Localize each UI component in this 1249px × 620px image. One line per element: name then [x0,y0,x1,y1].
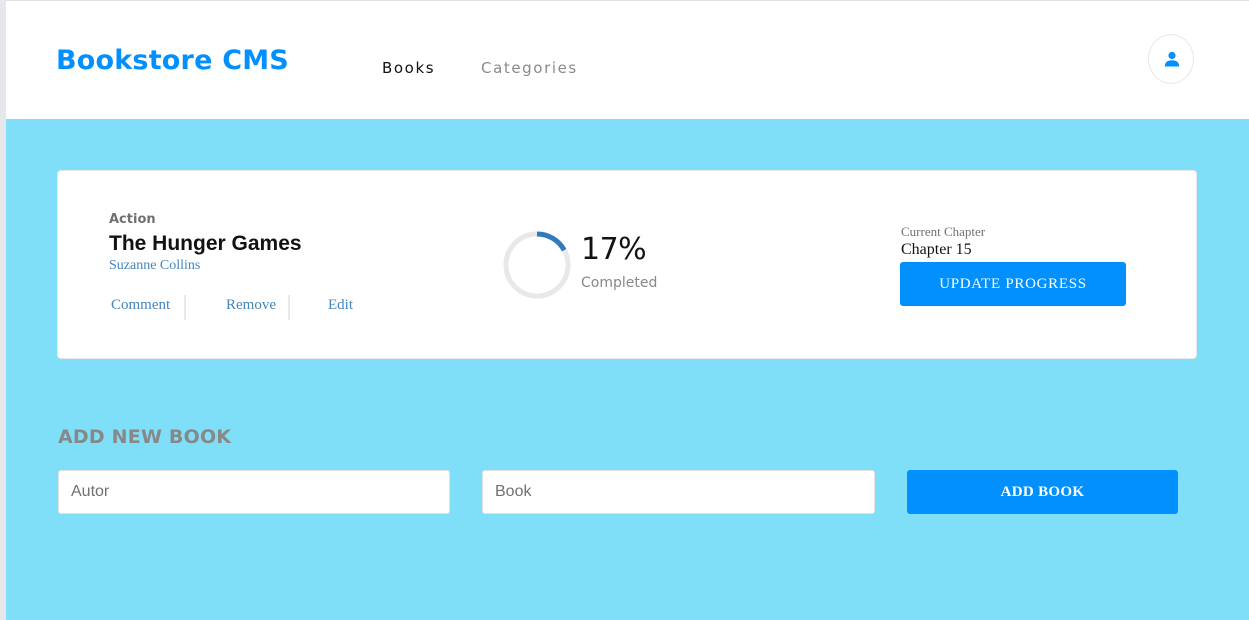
nav-categories-link[interactable]: Categories [481,59,578,77]
book-input[interactable] [482,470,875,514]
add-book-heading: ADD NEW BOOK [58,426,232,448]
book-genre: Action [109,212,156,227]
edit-button[interactable]: Edit [328,297,353,314]
header: Bookstore CMS Books Categories [6,0,1249,119]
progress-status: Completed [581,275,658,291]
remove-button[interactable]: Remove [226,297,276,314]
book-card: Action The Hunger Games Suzanne Collins … [57,170,1197,359]
progress-percent: 17% [581,232,647,267]
book-author: Suzanne Collins [109,258,201,273]
app-logo[interactable]: Bookstore CMS [56,45,289,76]
current-chapter-label: Current Chapter [901,224,986,239]
page: Bookstore CMS Books Categories Action Th… [6,0,1249,620]
book-title: The Hunger Games [109,232,302,255]
nav-books-link[interactable]: Books [382,59,435,77]
user-icon [1164,51,1180,67]
current-chapter-value: Chapter 15 [901,241,972,258]
user-avatar-button[interactable] [1148,34,1194,84]
add-book-button[interactable]: ADD BOOK [907,470,1178,514]
comment-button[interactable]: Comment [111,297,170,314]
action-divider [288,295,290,320]
action-divider [184,295,186,320]
update-progress-button[interactable]: UPDATE PROGRESS [900,262,1126,306]
progress-ring [503,231,571,299]
author-input[interactable] [58,470,450,514]
